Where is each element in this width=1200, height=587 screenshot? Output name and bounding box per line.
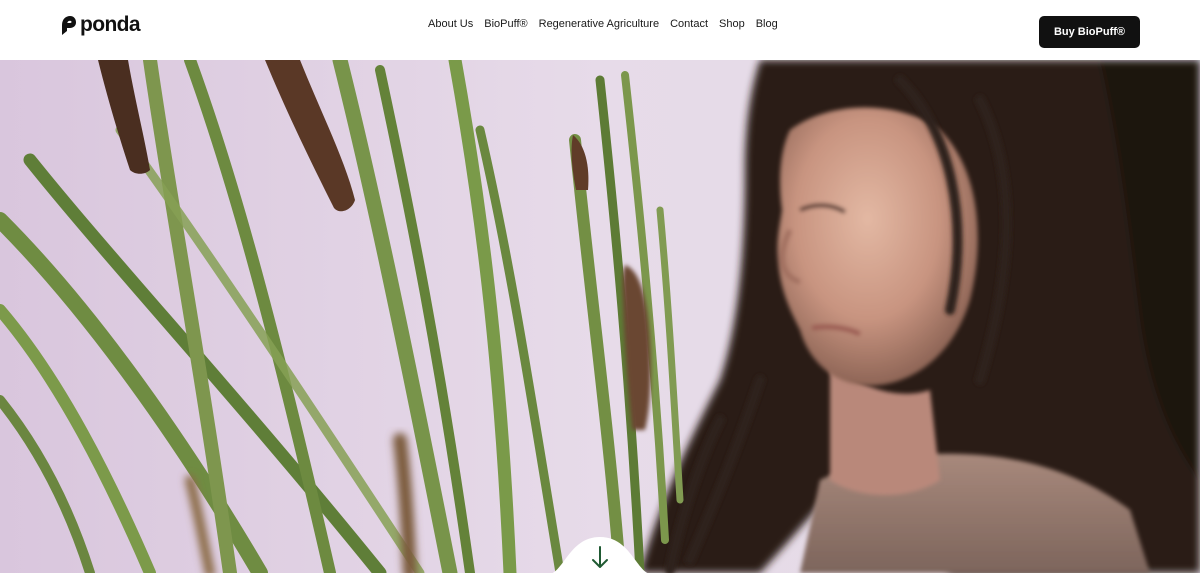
- ponda-logo-icon: [62, 16, 76, 35]
- page-bottom: [0, 573, 1200, 587]
- site-header: ponda About Us BioPuff® Regenerative Agr…: [0, 0, 1200, 60]
- nav-shop[interactable]: Shop: [719, 18, 745, 30]
- buy-biopuff-button[interactable]: Buy BioPuff®: [1039, 16, 1140, 48]
- nav-about-us[interactable]: About Us: [428, 18, 473, 30]
- hero-video: [0, 60, 1200, 573]
- nav-contact[interactable]: Contact: [670, 18, 708, 30]
- nav-biopuff[interactable]: BioPuff®: [484, 18, 527, 30]
- logo-text: ponda: [80, 13, 141, 36]
- arrow-down-icon[interactable]: [591, 545, 609, 571]
- nav-blog[interactable]: Blog: [756, 18, 778, 30]
- main-nav: About Us BioPuff® Regenerative Agricultu…: [428, 16, 778, 32]
- nav-regenerative-agriculture[interactable]: Regenerative Agriculture: [539, 18, 659, 30]
- logo-link[interactable]: ponda: [60, 13, 141, 37]
- hero-image: [0, 60, 1200, 573]
